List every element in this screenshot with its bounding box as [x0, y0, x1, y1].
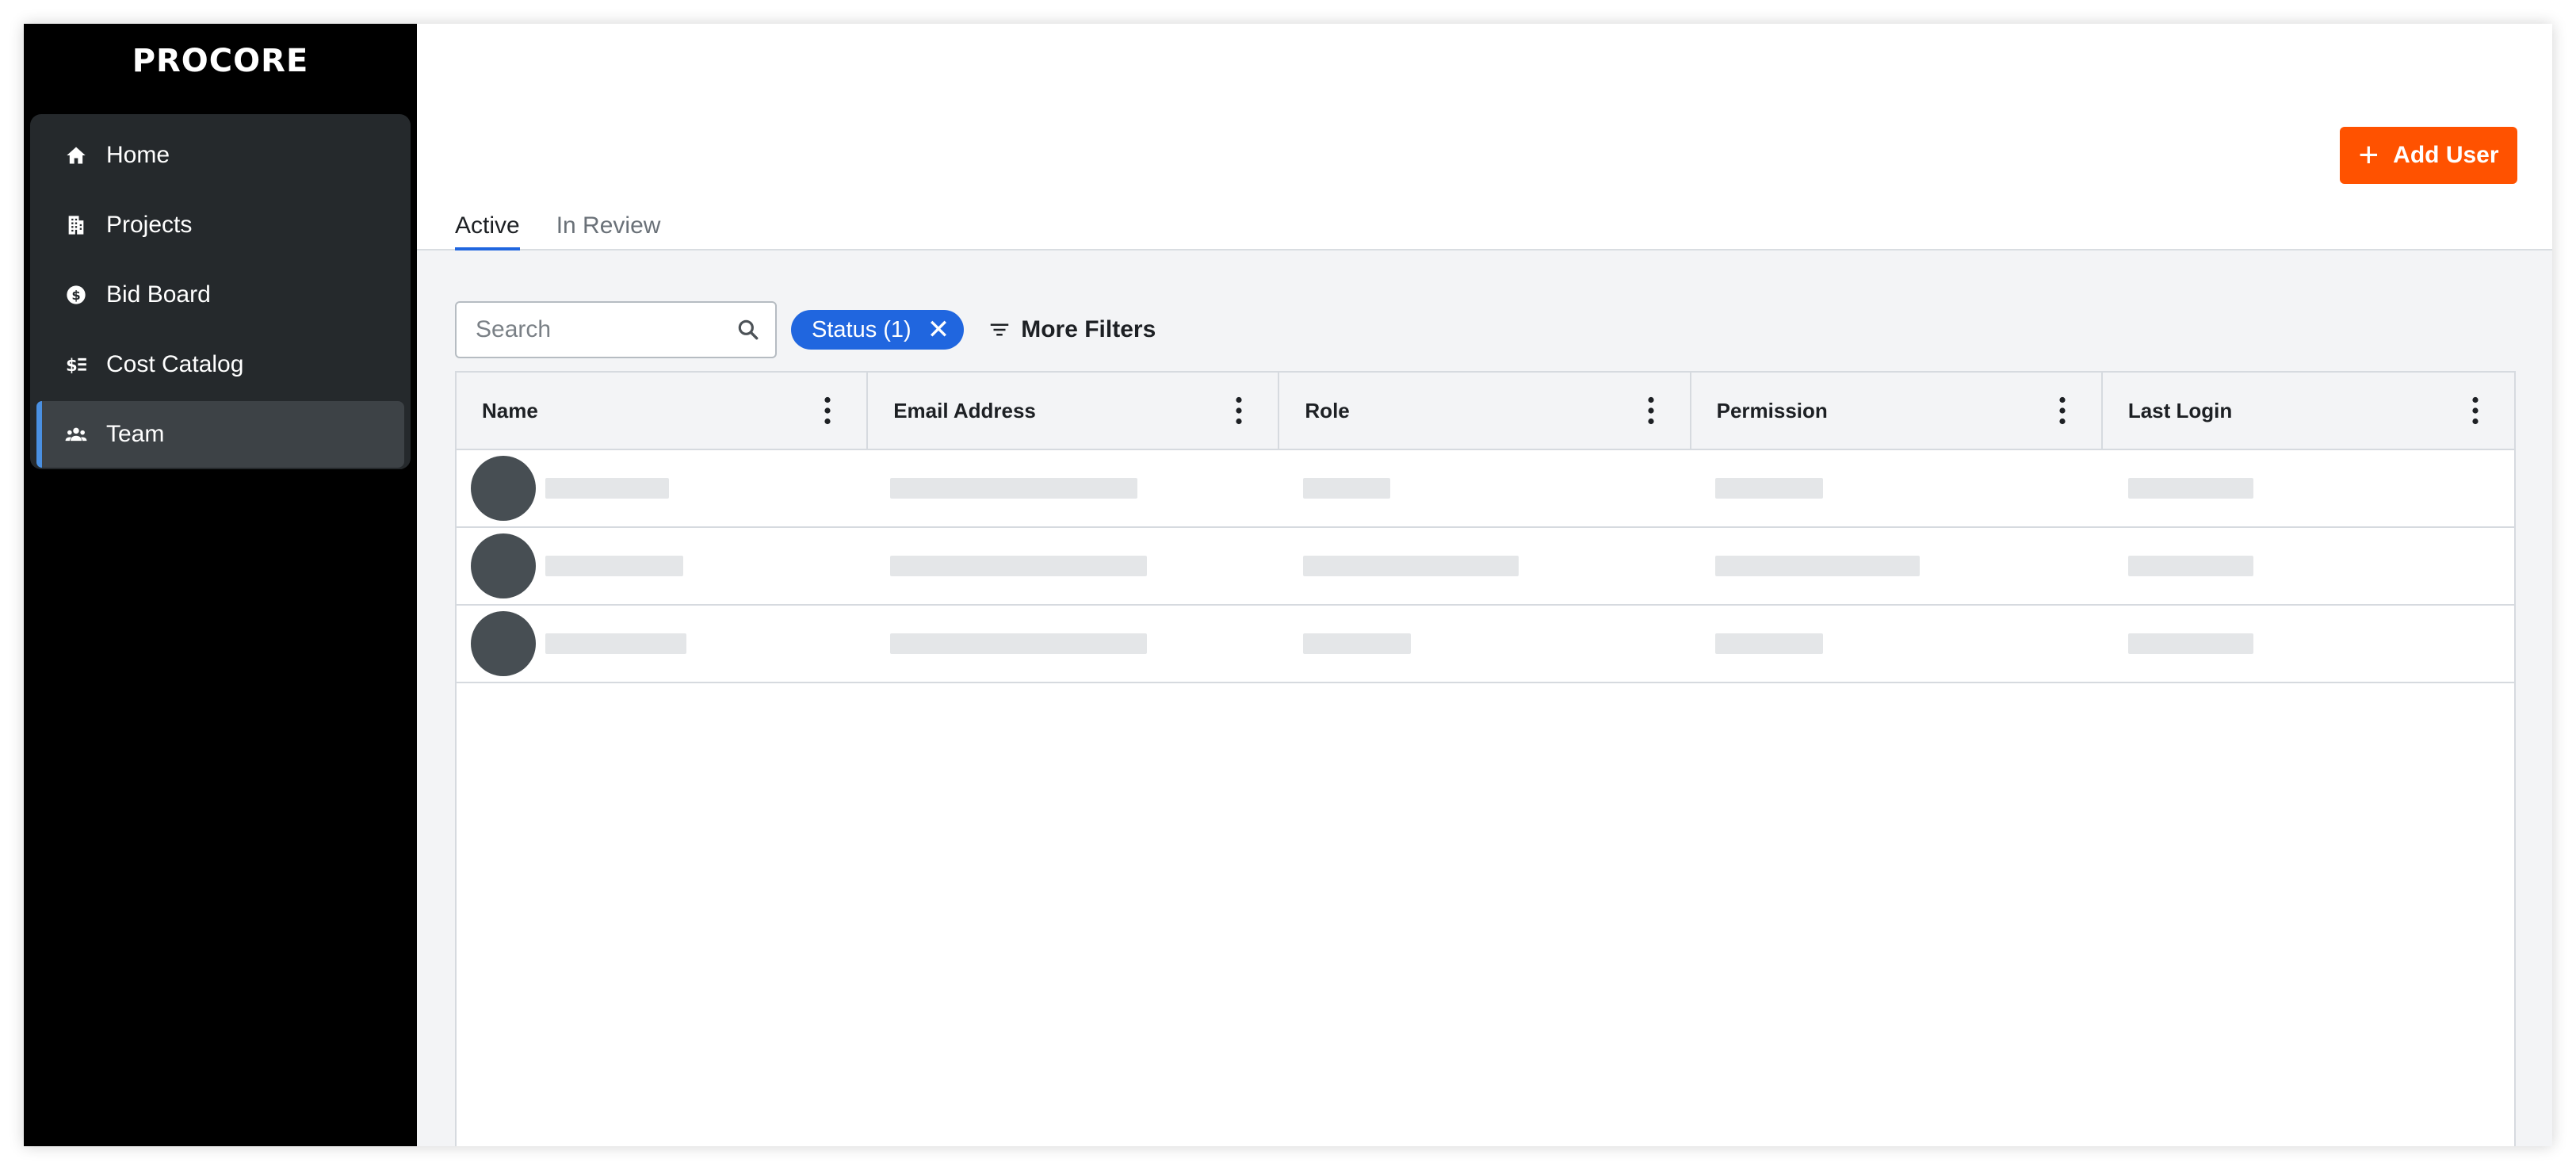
more-vertical-icon[interactable]: [1647, 396, 1655, 425]
more-vertical-icon[interactable]: [2058, 396, 2066, 425]
status-chip-label: Status (1): [812, 316, 912, 342]
skeleton-bar: [890, 478, 1138, 499]
more-vertical-icon[interactable]: [824, 396, 831, 425]
more-vertical-icon[interactable]: [1235, 396, 1243, 425]
sidebar-item-label: Team: [106, 421, 165, 447]
skeleton-bar: [1714, 478, 1823, 499]
skeleton-bar: [2127, 633, 2253, 654]
table-row[interactable]: [457, 606, 2514, 683]
table-header: Name Email Address Role Permission Last …: [457, 373, 2514, 450]
cell-email: [868, 450, 1279, 526]
column-label: Email Address: [893, 398, 1036, 422]
cell-role: [1279, 606, 1691, 682]
column-label: Permission: [1716, 398, 1828, 422]
sidebar-item-team[interactable]: Team: [36, 401, 404, 468]
sidebar-item-label: Home: [106, 142, 170, 168]
main-content: + Add User Active In Review Status (1) ✕…: [417, 24, 2552, 1146]
page-header: + Add User Active In Review: [417, 24, 2552, 250]
table-row[interactable]: [457, 450, 2514, 528]
tab-in-review[interactable]: In Review: [556, 212, 661, 250]
search-box: [455, 301, 777, 358]
skeleton-bar: [890, 633, 1148, 654]
column-header-email[interactable]: Email Address: [868, 373, 1280, 449]
skeleton-bar: [545, 633, 686, 654]
tab-bar: Active In Review: [455, 212, 697, 250]
skeleton-bar: [545, 478, 669, 499]
sidebar-item-cost-catalog[interactable]: $ Cost Catalog: [36, 331, 404, 398]
tab-active[interactable]: Active: [455, 212, 520, 250]
cost-list-icon: $: [63, 352, 89, 377]
cell-permission: [1691, 528, 2103, 604]
building-icon: [63, 212, 89, 238]
people-icon: [63, 422, 89, 447]
column-label: Last Login: [2127, 398, 2233, 422]
sidebar-item-label: Bid Board: [106, 281, 211, 308]
sidebar-item-projects[interactable]: Projects: [36, 192, 404, 258]
cell-last-login: [2103, 606, 2514, 682]
skeleton-bar: [2127, 556, 2253, 576]
cell-email: [868, 606, 1279, 682]
skeleton-bar: [2127, 478, 2253, 499]
cell-permission: [1691, 450, 2103, 526]
column-label: Name: [482, 398, 538, 422]
cell-email: [868, 528, 1279, 604]
search-input[interactable]: [457, 303, 726, 357]
home-icon: [63, 143, 89, 168]
more-vertical-icon[interactable]: [2471, 396, 2479, 425]
skeleton-bar: [1714, 633, 1823, 654]
skeleton-bar: [1714, 556, 1920, 576]
skeleton-bar: [1303, 556, 1519, 576]
sidebar-item-home[interactable]: Home: [36, 122, 404, 189]
status-filter-chip[interactable]: Status (1) ✕: [791, 310, 965, 350]
svg-text:$: $: [66, 356, 78, 375]
search-icon[interactable]: [736, 317, 761, 342]
cell-name: [457, 450, 868, 526]
avatar: [471, 456, 536, 521]
cell-role: [1279, 450, 1691, 526]
more-filters-button[interactable]: More Filters: [988, 316, 1156, 343]
cell-role: [1279, 528, 1691, 604]
add-user-button[interactable]: + Add User: [2340, 127, 2517, 184]
team-table: Name Email Address Role Permission Last …: [455, 371, 2516, 1146]
column-header-role[interactable]: Role: [1279, 373, 1691, 449]
cell-permission: [1691, 606, 2103, 682]
sidebar-item-bid-board[interactable]: $ Bid Board: [36, 262, 404, 328]
sidebar: PROCORE Home Projects $ Bid Board $ Cost…: [24, 24, 417, 1146]
skeleton-bar: [1303, 633, 1412, 654]
cell-last-login: [2103, 450, 2514, 526]
skeleton-bar: [545, 556, 683, 576]
app-window: PROCORE Home Projects $ Bid Board $ Cost…: [24, 24, 2552, 1146]
avatar: [471, 533, 536, 598]
more-filters-label: More Filters: [1021, 316, 1156, 342]
cell-name: [457, 606, 868, 682]
column-label: Role: [1305, 398, 1350, 422]
cell-name: [457, 528, 868, 604]
svg-text:$: $: [71, 288, 80, 303]
plus-icon: +: [2358, 136, 2379, 174]
skeleton-bar: [890, 556, 1148, 576]
avatar: [471, 611, 536, 676]
column-header-permission[interactable]: Permission: [1691, 373, 2103, 449]
logo-text: PROCORE: [132, 43, 309, 79]
column-header-name[interactable]: Name: [457, 373, 869, 449]
cell-last-login: [2103, 528, 2514, 604]
sidebar-item-label: Cost Catalog: [106, 351, 244, 377]
add-user-label: Add User: [2393, 142, 2499, 168]
filter-icon: [990, 323, 1009, 336]
close-icon[interactable]: ✕: [927, 316, 950, 343]
column-header-last-login[interactable]: Last Login: [2103, 373, 2514, 449]
dollar-circle-icon: $: [63, 282, 89, 308]
filter-bar: Status (1) ✕ More Filters: [455, 301, 1156, 358]
sidebar-item-label: Projects: [106, 212, 193, 238]
procore-logo[interactable]: PROCORE: [24, 43, 417, 79]
skeleton-bar: [1303, 478, 1391, 499]
sidebar-nav: Home Projects $ Bid Board $ Cost Catalog: [30, 114, 411, 469]
table-row[interactable]: [457, 528, 2514, 606]
